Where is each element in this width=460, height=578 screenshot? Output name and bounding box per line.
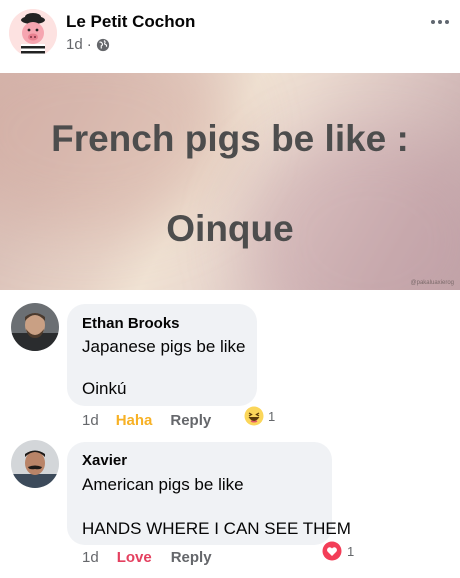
reaction-count: 1 [268,408,276,424]
commenter-avatar[interactable] [11,303,59,351]
post-time[interactable]: 1d [66,36,83,53]
comment-actions: 1d Love Reply [82,549,212,566]
haha-emoji-icon [244,406,264,426]
post-image[interactable] [0,73,460,290]
reaction-summary[interactable]: 1 [244,406,275,426]
pig-logo-icon [9,9,57,57]
avatar-photo [11,440,59,488]
comment-text-line1: Japanese pigs be like [82,337,246,356]
reaction-button[interactable]: Love [117,549,152,566]
commenter-avatar[interactable] [11,440,59,488]
comment-text-line2: HANDS WHERE I CAN SEE THEM [82,519,351,538]
meta-separator: · [86,36,92,53]
reaction-summary[interactable]: 1 [322,541,354,561]
avatar-photo [11,303,59,351]
more-icon [431,20,449,24]
comment-time[interactable]: 1d [82,412,99,429]
comment-author[interactable]: Xavier [82,452,127,469]
reaction-count: 1 [347,543,355,559]
page-name[interactable]: Le Petit Cochon [66,12,195,32]
reaction-button[interactable]: Haha [116,412,153,429]
more-options-button[interactable] [430,8,450,31]
image-watermark: @pakaluaxierog [410,280,454,286]
comment-time[interactable]: 1d [82,549,99,566]
meme-caption-line2: Oinque [166,208,294,249]
comment-actions: 1d Haha Reply [82,412,211,429]
reply-button[interactable]: Reply [171,549,212,566]
comment-text-line2: Oinkú [82,379,127,398]
heart-icon [322,541,342,561]
page-avatar[interactable] [9,9,57,57]
comment-author[interactable]: Ethan Brooks [82,315,180,332]
reply-button[interactable]: Reply [170,412,211,429]
post-meta: 1d · [66,36,110,53]
comment-text-line1: American pigs be like [82,475,244,494]
globe-icon[interactable] [96,38,110,52]
meme-caption-line1: French pigs be like : [51,118,409,159]
